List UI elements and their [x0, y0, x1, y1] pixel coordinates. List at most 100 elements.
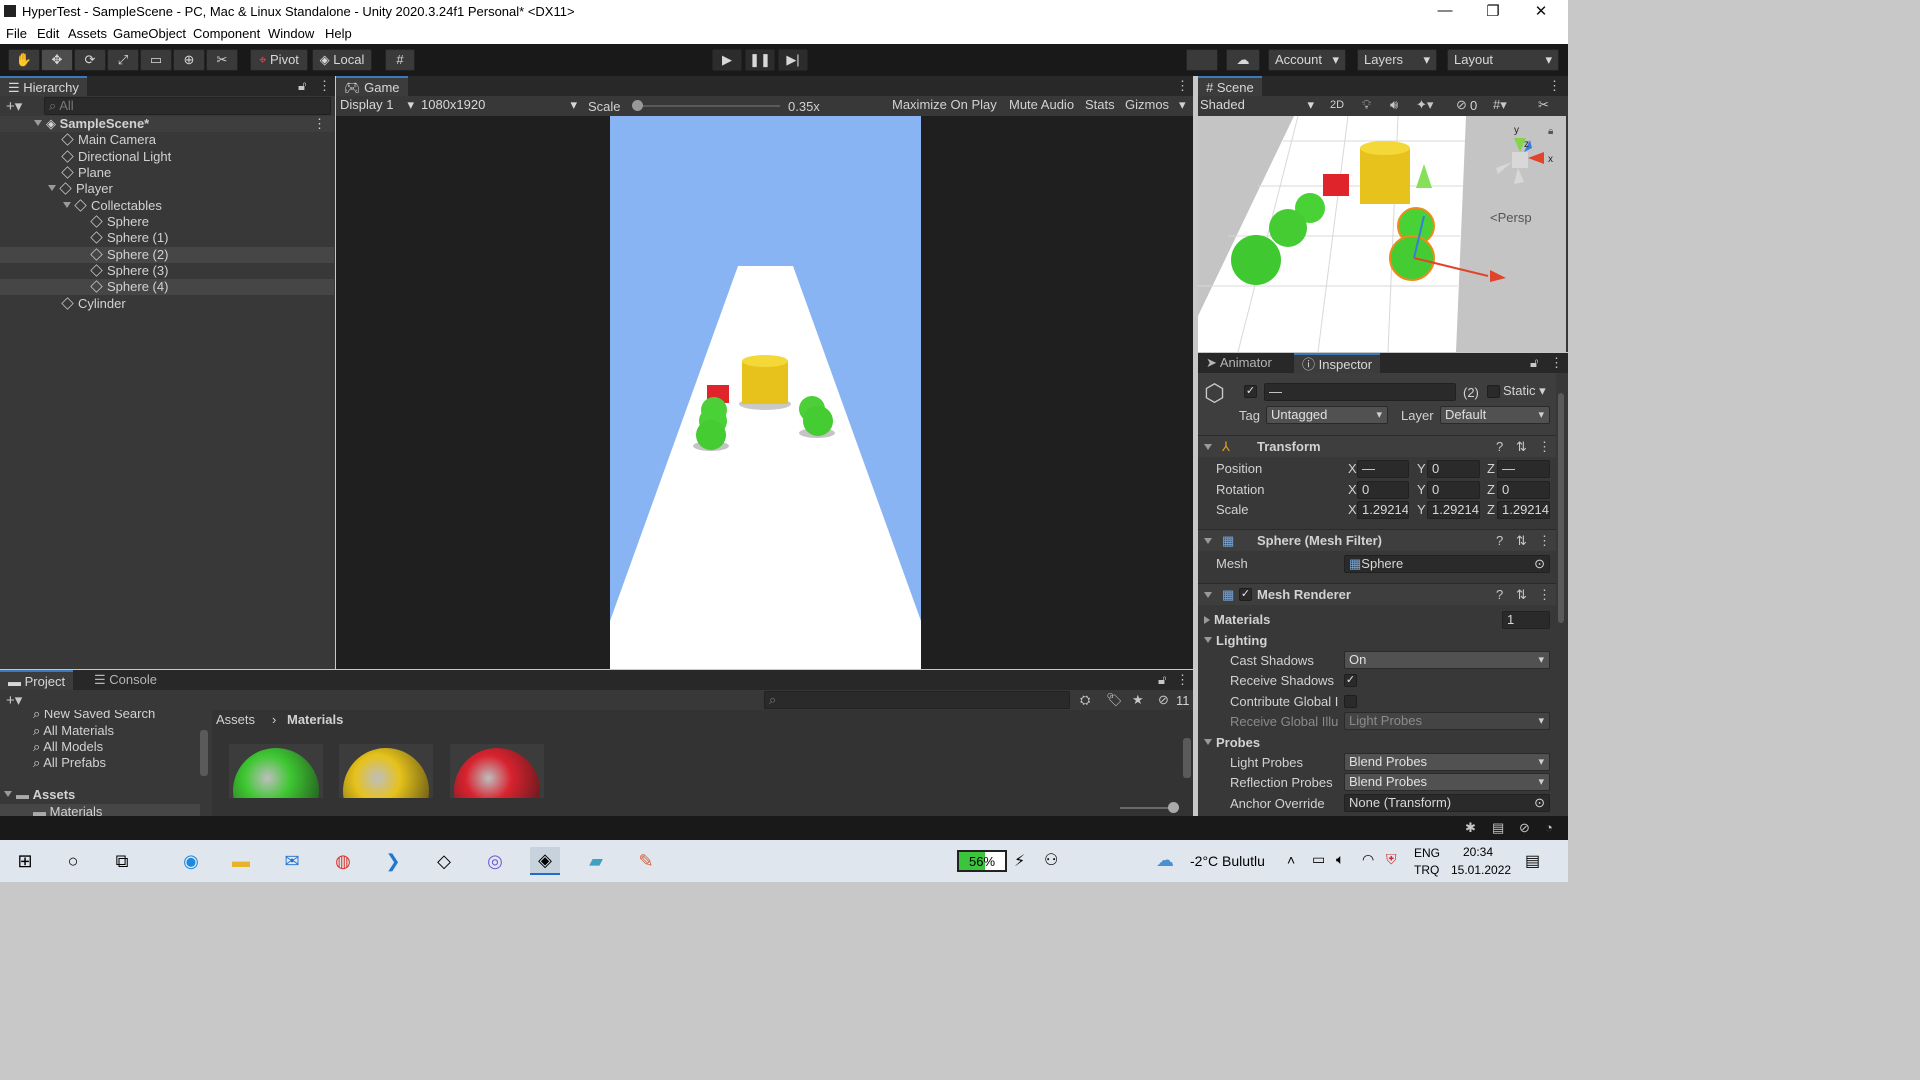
- auto-generate-lighting-icon[interactable]: ⊘: [1519, 820, 1530, 836]
- unity-hub-icon[interactable]: ◇: [429, 847, 459, 875]
- rotate-tool-icon[interactable]: ⟳: [74, 49, 106, 71]
- volume-icon[interactable]: 🔈︎: [1336, 851, 1344, 868]
- static-checkbox[interactable]: [1487, 385, 1500, 398]
- move-tool-icon[interactable]: ✥: [41, 49, 73, 71]
- reflection-probes-dropdown[interactable]: Blend Probes: [1344, 773, 1550, 791]
- favorite-item[interactable]: ⌕ All Models: [0, 739, 200, 755]
- more-options-icon[interactable]: ⋮: [1548, 78, 1561, 94]
- tab-animator[interactable]: ➤ Animator: [1198, 353, 1280, 373]
- scene-row[interactable]: ◈ SampleScene* ⋮: [0, 116, 334, 132]
- tab-scene[interactable]: # Scene: [1198, 76, 1262, 96]
- shading-dropdown[interactable]: Shaded ▾: [1200, 97, 1318, 115]
- weather-cloud-icon[interactable]: ☁: [1156, 850, 1174, 871]
- scale-slider[interactable]: [632, 100, 780, 111]
- maximize-on-play-toggle[interactable]: Maximize On Play: [892, 97, 997, 112]
- materials-count-field[interactable]: 1: [1502, 611, 1550, 629]
- tab-hierarchy[interactable]: ☰ Hierarchy: [0, 76, 87, 96]
- rotation-y-field[interactable]: 0: [1427, 481, 1480, 499]
- receive-shadows-checkbox[interactable]: ✓: [1344, 674, 1357, 687]
- menu-gameobject[interactable]: GameObject: [113, 26, 186, 41]
- favorite-item[interactable]: ⌕ All Materials: [0, 723, 200, 739]
- menu-edit[interactable]: Edit: [37, 26, 59, 41]
- pause-button[interactable]: ❚❚: [745, 49, 775, 71]
- favorite-item[interactable]: ⌕ New Saved Search: [0, 710, 200, 722]
- material-thumbnail-yellow[interactable]: [339, 744, 433, 798]
- hierarchy-item-cylinder[interactable]: Cylinder: [0, 296, 334, 312]
- scale-y-field[interactable]: 1.29214: [1427, 501, 1480, 519]
- hand-tool-icon[interactable]: ✋: [8, 49, 40, 71]
- inspector-scrollbar[interactable]: [1558, 393, 1564, 623]
- lighting-foldout[interactable]: Lighting: [1204, 633, 1267, 648]
- more-options-icon[interactable]: ⋮: [1550, 355, 1563, 371]
- hierarchy-item-sphere-3[interactable]: Sphere (3): [0, 263, 334, 279]
- custom-tool-icon[interactable]: ✂: [206, 49, 238, 71]
- people-icon[interactable]: ⚇: [1044, 850, 1058, 870]
- grid-toggle-icon[interactable]: #▾: [1493, 97, 1507, 113]
- pivot-toggle[interactable]: ⌖ Pivot: [250, 49, 308, 71]
- materials-foldout[interactable]: Materials: [1204, 612, 1270, 627]
- mesh-filter-header[interactable]: ▦ Sphere (Mesh Filter) ? ⇅ ⋮: [1198, 529, 1556, 551]
- hierarchy-item-directional-light[interactable]: Directional Light: [0, 149, 334, 165]
- 2d-toggle[interactable]: 2D: [1330, 99, 1344, 111]
- position-z-field[interactable]: —: [1497, 460, 1550, 478]
- transform-header[interactable]: ⅄ Transform ? ⇅ ⋮: [1198, 435, 1556, 457]
- clock-time[interactable]: 20:34: [1463, 845, 1493, 859]
- object-name-field[interactable]: —: [1264, 383, 1456, 401]
- scene-viewport[interactable]: y z x <Persp 🔒︎: [1198, 116, 1566, 352]
- tab-project[interactable]: ▬ Project: [0, 670, 74, 690]
- mute-audio-toggle[interactable]: Mute Audio: [1009, 97, 1074, 112]
- preset-icon[interactable]: ⇅: [1516, 587, 1527, 603]
- menu-assets[interactable]: Assets: [68, 26, 107, 41]
- layer-dropdown[interactable]: Default: [1440, 406, 1550, 424]
- thumbnail-size-slider[interactable]: [1120, 802, 1179, 813]
- favorite-item[interactable]: ⌕ All Prefabs: [0, 755, 200, 771]
- minimize-button[interactable]: —: [1425, 2, 1465, 19]
- more-options-icon[interactable]: ⋮: [313, 116, 326, 132]
- search-icon[interactable]: ○: [58, 847, 88, 875]
- discord-icon[interactable]: ◎: [480, 847, 510, 875]
- more-options-icon[interactable]: ⋮: [1538, 587, 1551, 603]
- windows-start-icon[interactable]: ⊞: [10, 847, 40, 875]
- lock-icon[interactable]: 🔓︎: [1158, 672, 1166, 688]
- menu-component[interactable]: Component: [193, 26, 260, 41]
- more-options-icon[interactable]: ⋮: [1538, 533, 1551, 549]
- account-dropdown[interactable]: Account ▾: [1268, 49, 1346, 71]
- battery-widget[interactable]: 56%: [957, 850, 1007, 872]
- add-icon[interactable]: +▾: [6, 691, 22, 709]
- object-picker-icon[interactable]: ⊙: [1534, 795, 1545, 811]
- security-shield-icon[interactable]: ⛨: [1386, 851, 1397, 868]
- task-view-icon[interactable]: ⧉: [107, 847, 137, 875]
- tab-game[interactable]: 🎮︎ Game: [336, 76, 408, 96]
- display-dropdown[interactable]: Display 1 ▾: [340, 97, 416, 115]
- hierarchy-item-sphere-1[interactable]: Sphere (1): [0, 230, 334, 246]
- hierarchy-item-sphere[interactable]: Sphere: [0, 214, 334, 230]
- paint-icon[interactable]: ✎: [631, 847, 661, 875]
- tools-icon[interactable]: ✂: [1538, 97, 1549, 113]
- breadcrumb-assets[interactable]: Assets: [216, 712, 255, 727]
- lock-icon[interactable]: 🔓︎: [1530, 355, 1538, 371]
- effects-toggle-icon[interactable]: ✦▾: [1416, 97, 1433, 113]
- breadcrumb-materials[interactable]: Materials: [287, 712, 343, 727]
- menu-file[interactable]: File: [6, 26, 27, 41]
- file-explorer-icon[interactable]: ▬: [226, 847, 256, 875]
- help-icon[interactable]: ?: [1496, 533, 1503, 548]
- materials-folder-row[interactable]: ▬ Materials: [0, 804, 200, 816]
- step-button[interactable]: ▶|: [778, 49, 808, 71]
- tab-console[interactable]: ☰ Console: [86, 670, 165, 690]
- more-options-icon[interactable]: ⋮: [1176, 78, 1189, 94]
- position-x-field[interactable]: —: [1357, 460, 1409, 478]
- more-options-icon[interactable]: ⋮: [318, 78, 331, 94]
- preset-icon[interactable]: ⇅: [1516, 439, 1527, 455]
- light-probes-dropdown[interactable]: Blend Probes: [1344, 753, 1550, 771]
- search-by-type-icon[interactable]: ⛭: [1080, 692, 1090, 708]
- chevron-up-icon[interactable]: ˄: [1287, 852, 1295, 868]
- static-dropdown[interactable]: Static ▾: [1503, 383, 1546, 399]
- cast-shadows-dropdown[interactable]: On: [1344, 651, 1550, 669]
- menu-window[interactable]: Window: [268, 26, 314, 41]
- position-y-field[interactable]: 0: [1427, 460, 1480, 478]
- scale-slider-handle[interactable]: [632, 100, 643, 111]
- clock-date[interactable]: 15.01.2022: [1451, 863, 1511, 877]
- language-primary[interactable]: ENG: [1414, 846, 1440, 860]
- rotation-z-field[interactable]: 0: [1497, 481, 1550, 499]
- material-thumbnail-green[interactable]: [229, 744, 323, 798]
